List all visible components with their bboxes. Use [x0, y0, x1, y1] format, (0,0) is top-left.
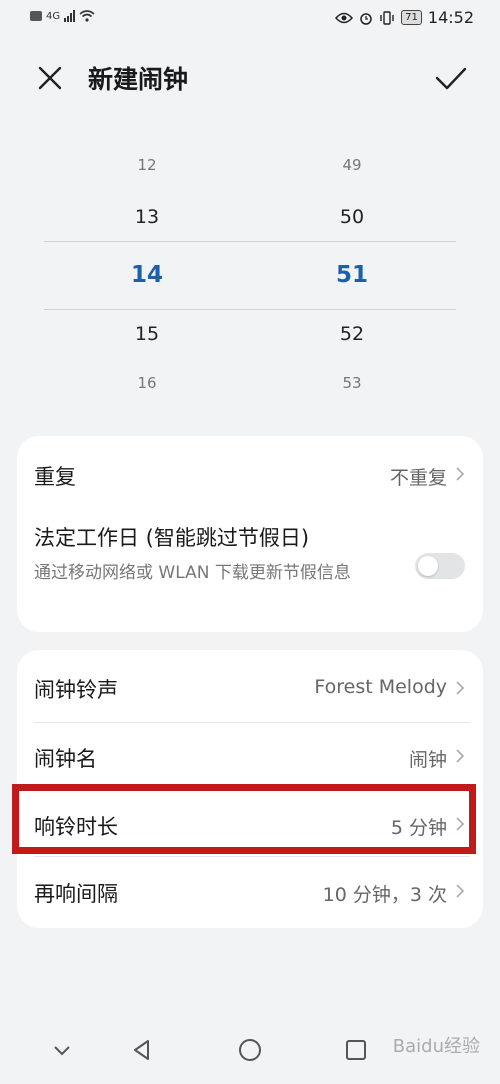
hour-selected[interactable]: 14 [107, 262, 187, 288]
network-type: 4G [46, 10, 61, 22]
hour-option[interactable]: 12 [107, 156, 187, 174]
workday-toggle[interactable] [415, 553, 465, 579]
watermark-logo: Baidu经验 [392, 1036, 480, 1057]
back-icon[interactable] [128, 1036, 156, 1064]
setting-value: 闹钟 [408, 749, 447, 771]
sim-icon [30, 11, 42, 21]
time-picker[interactable]: 12 13 14 15 16 49 50 51 52 53 [0, 140, 500, 410]
status-right: 71 14:52 [335, 8, 474, 27]
title-bar: 新建闹钟 [0, 50, 500, 106]
chevron-right-icon [456, 749, 465, 763]
repeat-card: 重复 不重复 法定工作日 (智能跳过节假日) 通过移动网络或 WLAN 下载更新… [17, 436, 483, 632]
minute-option[interactable]: 53 [312, 374, 392, 392]
highlight-annotation-box [12, 784, 476, 854]
picker-selection-line-bottom [44, 309, 456, 310]
repeat-row[interactable]: 重复 不重复 [17, 436, 483, 512]
workday-description: 通过移动网络或 WLAN 下载更新节假信息 [34, 563, 351, 583]
workday-row[interactable]: 法定工作日 (智能跳过节假日) 通过移动网络或 WLAN 下载更新节假信息 [17, 512, 483, 632]
status-left: 4G [30, 10, 95, 22]
home-icon[interactable] [236, 1036, 264, 1064]
picker-selection-line-top [44, 241, 456, 242]
hour-option[interactable]: 13 [107, 206, 187, 228]
chevron-right-icon [456, 467, 465, 481]
setting-label: 闹钟名 [34, 747, 97, 771]
wifi-icon [79, 10, 95, 22]
chevron-right-icon [456, 884, 465, 898]
eye-icon [335, 12, 354, 23]
setting-row-alarm-name[interactable]: 闹钟名 闹钟 [17, 722, 483, 790]
setting-value: Forest Melody [314, 676, 447, 698]
vibrate-icon [380, 10, 394, 25]
minute-selected[interactable]: 51 [312, 262, 392, 288]
status-time: 14:52 [427, 8, 474, 27]
setting-value: 10 分钟，3 次 [322, 884, 447, 906]
setting-label: 闹钟铃声 [34, 678, 118, 702]
chevron-down-icon[interactable] [48, 1036, 76, 1064]
status-bar: 4G 71 14:52 [0, 0, 500, 38]
alarm-status-icon [360, 12, 372, 25]
workday-title: 法定工作日 (智能跳过节假日) [34, 526, 310, 550]
minute-option[interactable]: 50 [312, 206, 392, 228]
battery-icon: 71 [401, 10, 422, 25]
signal-icon [64, 10, 76, 22]
repeat-label: 重复 [34, 465, 76, 489]
confirm-check-icon[interactable] [434, 62, 468, 94]
navigation-bar: Baidu经验 [0, 1024, 500, 1084]
setting-label: 再响间隔 [34, 882, 118, 906]
minute-option[interactable]: 52 [312, 323, 392, 345]
setting-row-ringtone[interactable]: 闹钟铃声 Forest Melody [17, 650, 483, 722]
close-icon[interactable] [34, 62, 66, 94]
hour-option[interactable]: 16 [107, 374, 187, 392]
hour-option[interactable]: 15 [107, 323, 187, 345]
toggle-knob [418, 556, 438, 576]
page-title: 新建闹钟 [88, 65, 189, 94]
recents-icon[interactable] [342, 1036, 370, 1064]
setting-row-snooze[interactable]: 再响间隔 10 分钟，3 次 [17, 856, 483, 928]
repeat-value: 不重复 [389, 467, 447, 489]
minute-option[interactable]: 49 [312, 156, 392, 174]
chevron-right-icon [456, 681, 465, 695]
